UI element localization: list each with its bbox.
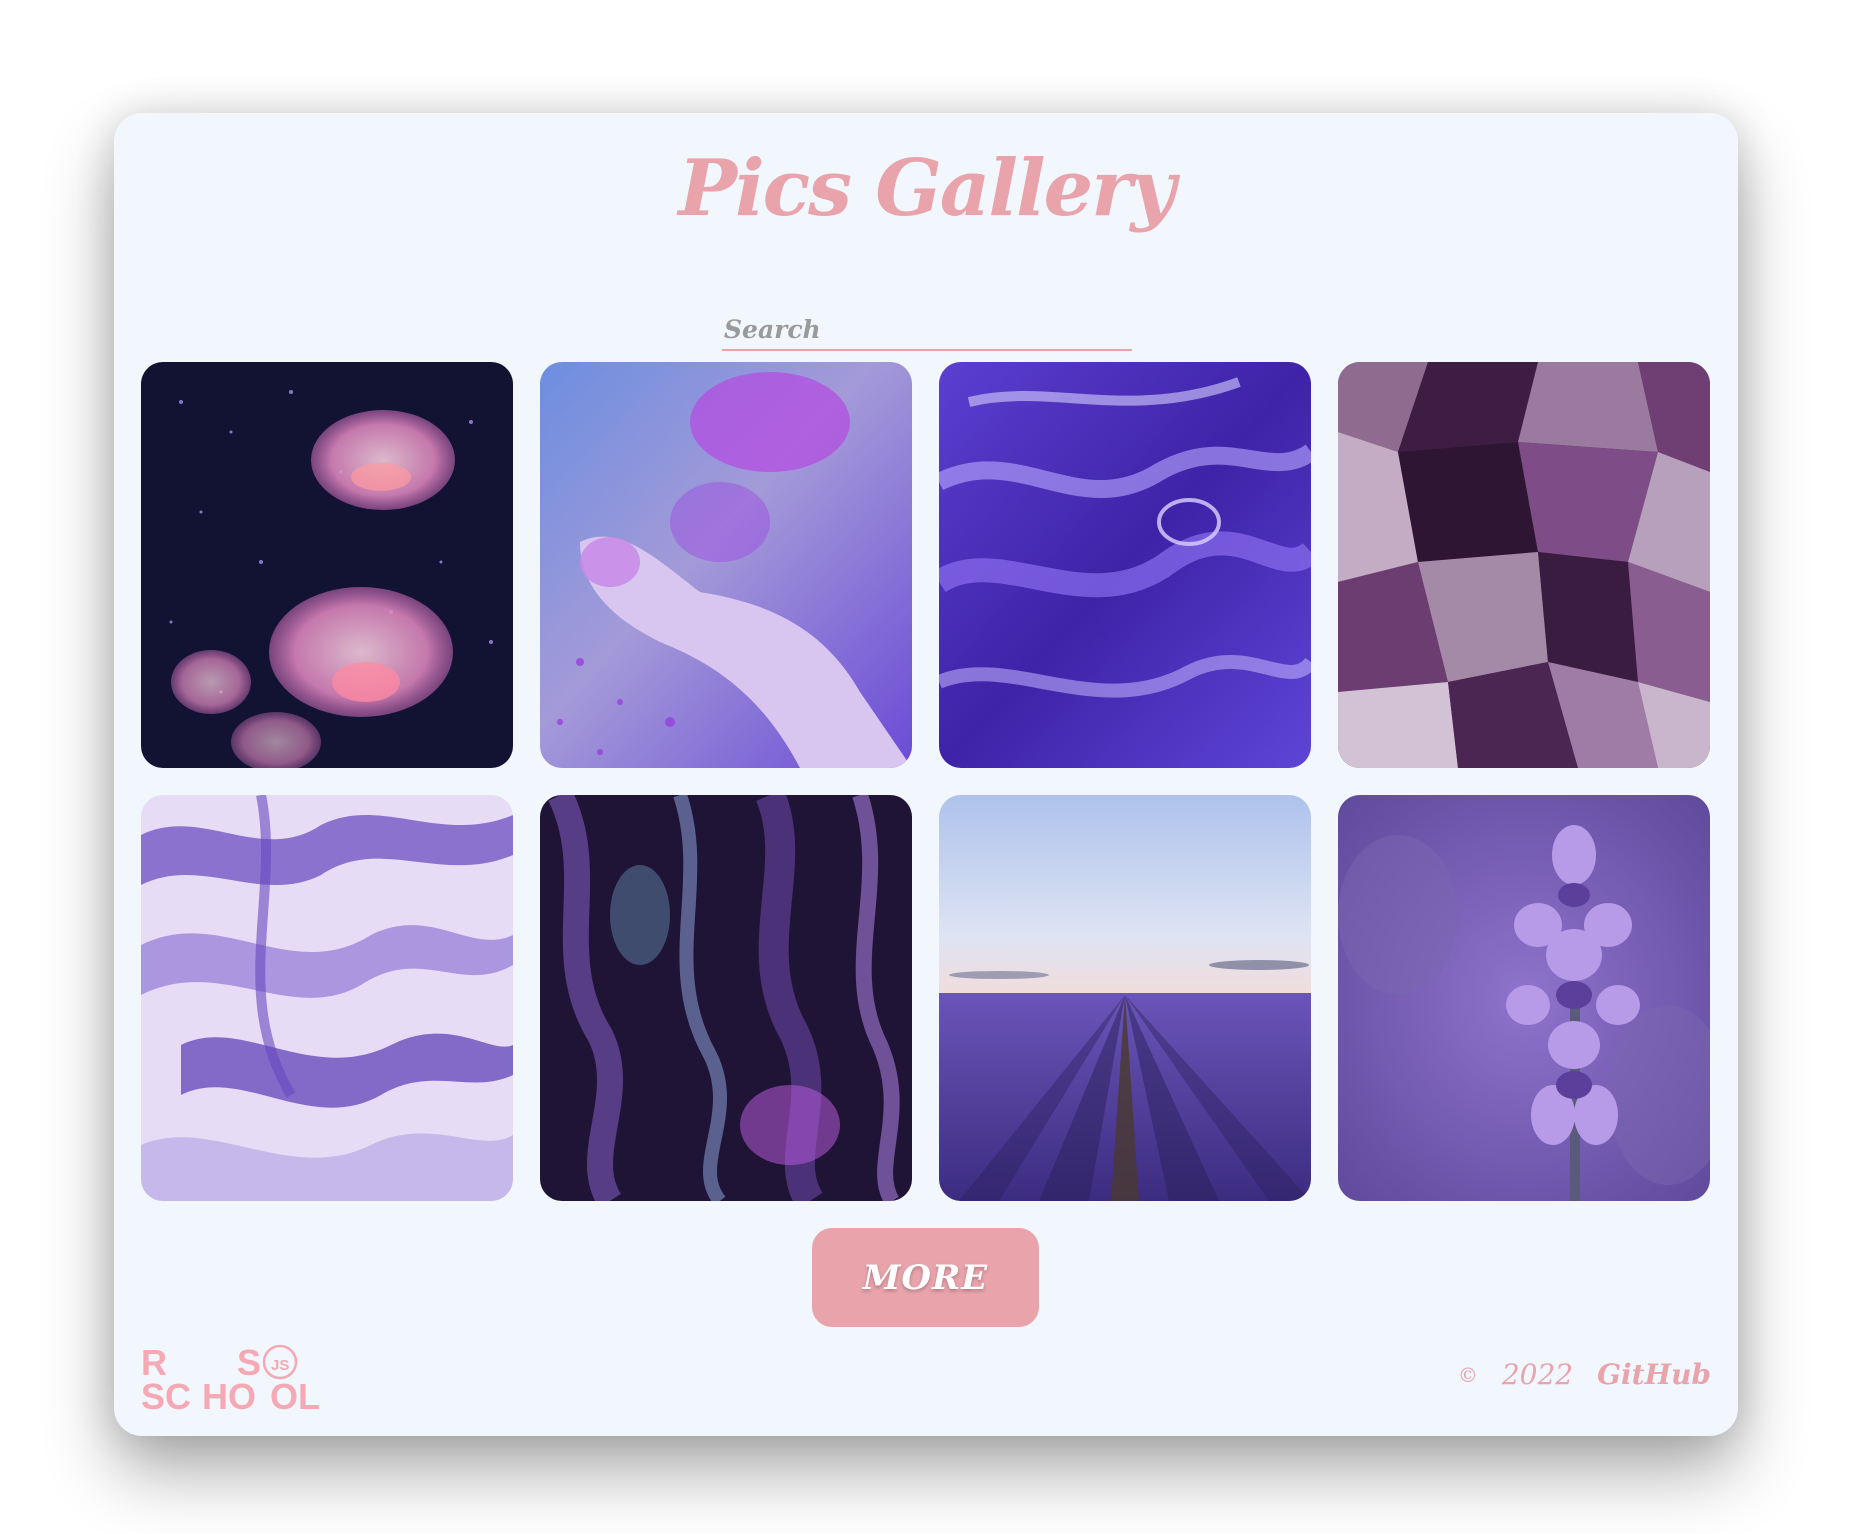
- page-title: Pics Gallery: [678, 143, 1175, 234]
- search-input[interactable]: [722, 309, 1132, 351]
- footer-info: © 2022 GitHub: [1458, 1358, 1711, 1391]
- app-window: Pics Gallery Search MORE R S SC HO OL JS…: [114, 113, 1738, 1436]
- gallery-image-lavender-flower[interactable]: [1338, 795, 1710, 1201]
- image-grid: [141, 362, 1710, 1201]
- github-link[interactable]: GitHub: [1597, 1358, 1711, 1391]
- svg-text:OL: OL: [270, 1376, 320, 1413]
- gallery-image-violet-liquid[interactable]: [939, 362, 1311, 768]
- copyright-year: 2022: [1501, 1358, 1574, 1391]
- gallery-image-lavender-field[interactable]: [939, 795, 1311, 1201]
- gallery-image-amethyst[interactable]: [1338, 362, 1710, 768]
- gallery-image-jellyfish[interactable]: [141, 362, 513, 768]
- svg-text:SC: SC: [141, 1376, 191, 1413]
- copyright-symbol: ©: [1457, 1362, 1478, 1387]
- gallery-image-dark-abstract[interactable]: [540, 795, 912, 1201]
- search-bar: [722, 269, 1192, 351]
- svg-text:HO: HO: [202, 1376, 256, 1413]
- gallery-image-lavender-marble[interactable]: [141, 795, 513, 1201]
- more-button[interactable]: MORE: [812, 1228, 1039, 1327]
- page: Pics Gallery Search MORE R S SC HO OL JS…: [0, 0, 1852, 1534]
- gallery-image-powder-hand[interactable]: [540, 362, 912, 768]
- rs-school-logo[interactable]: R S SC HO OL JS: [141, 1341, 331, 1417]
- svg-text:JS: JS: [271, 1357, 289, 1374]
